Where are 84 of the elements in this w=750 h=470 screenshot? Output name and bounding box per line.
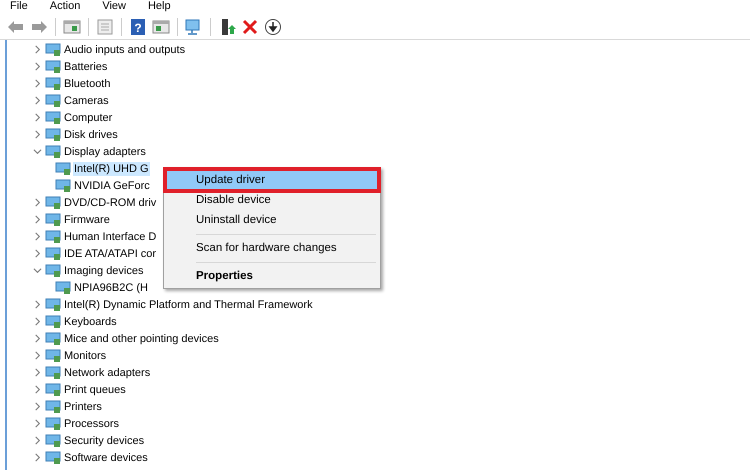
- chevron-right-icon[interactable]: [33, 113, 42, 122]
- tree-item[interactable]: Printers: [63, 400, 103, 414]
- tree-item[interactable]: Network adapters: [63, 366, 152, 380]
- menu-item[interactable]: Properties: [166, 266, 378, 286]
- chevron-right-icon[interactable]: [33, 385, 42, 394]
- tree-item[interactable]: Monitors: [63, 348, 108, 362]
- chevron-right-icon[interactable]: [33, 79, 42, 88]
- chevron-right-icon[interactable]: [33, 232, 42, 241]
- chevron-right-icon[interactable]: [33, 249, 42, 258]
- help-icon[interactable]: ?: [128, 16, 148, 36]
- tree-item[interactable]: IDE ATA/ATAPI cor: [63, 246, 158, 260]
- menu-item[interactable]: Disable device: [166, 190, 378, 210]
- menu-item[interactable]: Update driver: [166, 170, 378, 190]
- chevron-down-icon[interactable]: [33, 147, 42, 156]
- tree-item[interactable]: Bluetooth: [63, 76, 112, 90]
- tree-item[interactable]: Disk drives: [63, 128, 119, 142]
- chevron-right-icon[interactable]: [33, 351, 42, 360]
- tree-item[interactable]: NPIA96B2C (H: [73, 280, 149, 294]
- down-arrow-icon[interactable]: [263, 16, 283, 36]
- chevron-down-icon[interactable]: [33, 266, 42, 275]
- chevron-right-icon[interactable]: [33, 317, 42, 326]
- device-icon: [45, 400, 61, 414]
- tree-item[interactable]: Intel(R) UHD G: [73, 162, 150, 176]
- tree-item[interactable]: Batteries: [63, 60, 108, 74]
- window-icon[interactable]: [95, 16, 115, 36]
- device-icon: [45, 332, 61, 346]
- device-icon: [45, 128, 61, 142]
- tree-item[interactable]: Keyboards: [63, 314, 118, 328]
- device-icon: [45, 416, 61, 430]
- device-icon: [45, 298, 61, 312]
- menu-item[interactable]: Help: [148, 0, 171, 14]
- device-icon: [45, 434, 61, 448]
- chevron-right-icon[interactable]: [33, 62, 42, 71]
- tree-item[interactable]: Display adapters: [63, 144, 147, 158]
- device-icon: [45, 366, 61, 380]
- chevron-right-icon[interactable]: [33, 334, 42, 343]
- menu-item[interactable]: Action: [50, 0, 80, 14]
- device-icon: [45, 264, 61, 278]
- tree-item[interactable]: Computer: [63, 110, 114, 124]
- tree-item[interactable]: Firmware: [63, 212, 111, 226]
- device-icon: [55, 280, 71, 294]
- chevron-right-icon[interactable]: [33, 215, 42, 224]
- menu-item[interactable]: Scan for hardware changes: [166, 238, 378, 258]
- chevron-right-icon[interactable]: [33, 96, 42, 105]
- device-icon: [45, 212, 61, 226]
- device-icon: [45, 110, 61, 124]
- device-icon: [45, 230, 61, 244]
- device-icon: [45, 246, 61, 260]
- menu-item[interactable]: View: [102, 0, 126, 14]
- tree-item[interactable]: Cameras: [63, 94, 110, 108]
- tree-item[interactable]: DVD/CD-ROM driv: [63, 196, 158, 210]
- tree-item[interactable]: Imaging devices: [63, 264, 144, 278]
- menu-item[interactable]: Uninstall device: [166, 210, 378, 230]
- chevron-right-icon[interactable]: [33, 402, 42, 411]
- tree-item[interactable]: Processors: [63, 416, 120, 430]
- tree-item[interactable]: Print queues: [63, 382, 127, 396]
- tree-item[interactable]: Software devices: [63, 450, 149, 464]
- menu-item[interactable]: File: [10, 0, 28, 14]
- device-icon: [45, 348, 61, 362]
- device-icon: [55, 178, 71, 192]
- chevron-right-icon[interactable]: [33, 436, 42, 445]
- tree-item[interactable]: Security devices: [63, 434, 146, 448]
- device-icon: [45, 144, 61, 158]
- chevron-right-icon[interactable]: [33, 453, 42, 462]
- device-icon: [45, 42, 61, 56]
- device-icon: [45, 314, 61, 328]
- device-icon: [45, 60, 61, 74]
- device-icon: [45, 196, 61, 210]
- tree-item[interactable]: Audio inputs and outputs: [63, 42, 186, 56]
- tree-item[interactable]: Intel(R) Dynamic Platform and Thermal Framework: [63, 298, 314, 312]
- chevron-right-icon[interactable]: [33, 130, 42, 139]
- device-icon: [45, 450, 61, 464]
- tree-item[interactable]: NVIDIA GeForc: [73, 178, 151, 192]
- tree-item[interactable]: Human Interface D: [63, 230, 158, 244]
- device-icon: [55, 162, 71, 176]
- chevron-right-icon[interactable]: [33, 368, 42, 377]
- chevron-right-icon[interactable]: [33, 300, 42, 309]
- device-icon: [45, 76, 61, 90]
- chevron-right-icon[interactable]: [33, 45, 42, 54]
- tree-item[interactable]: Mice and other pointing devices: [63, 332, 220, 346]
- chevron-right-icon[interactable]: [33, 419, 42, 428]
- device-icon: [45, 94, 61, 108]
- chevron-right-icon[interactable]: [33, 198, 42, 207]
- device-icon: [45, 382, 61, 396]
